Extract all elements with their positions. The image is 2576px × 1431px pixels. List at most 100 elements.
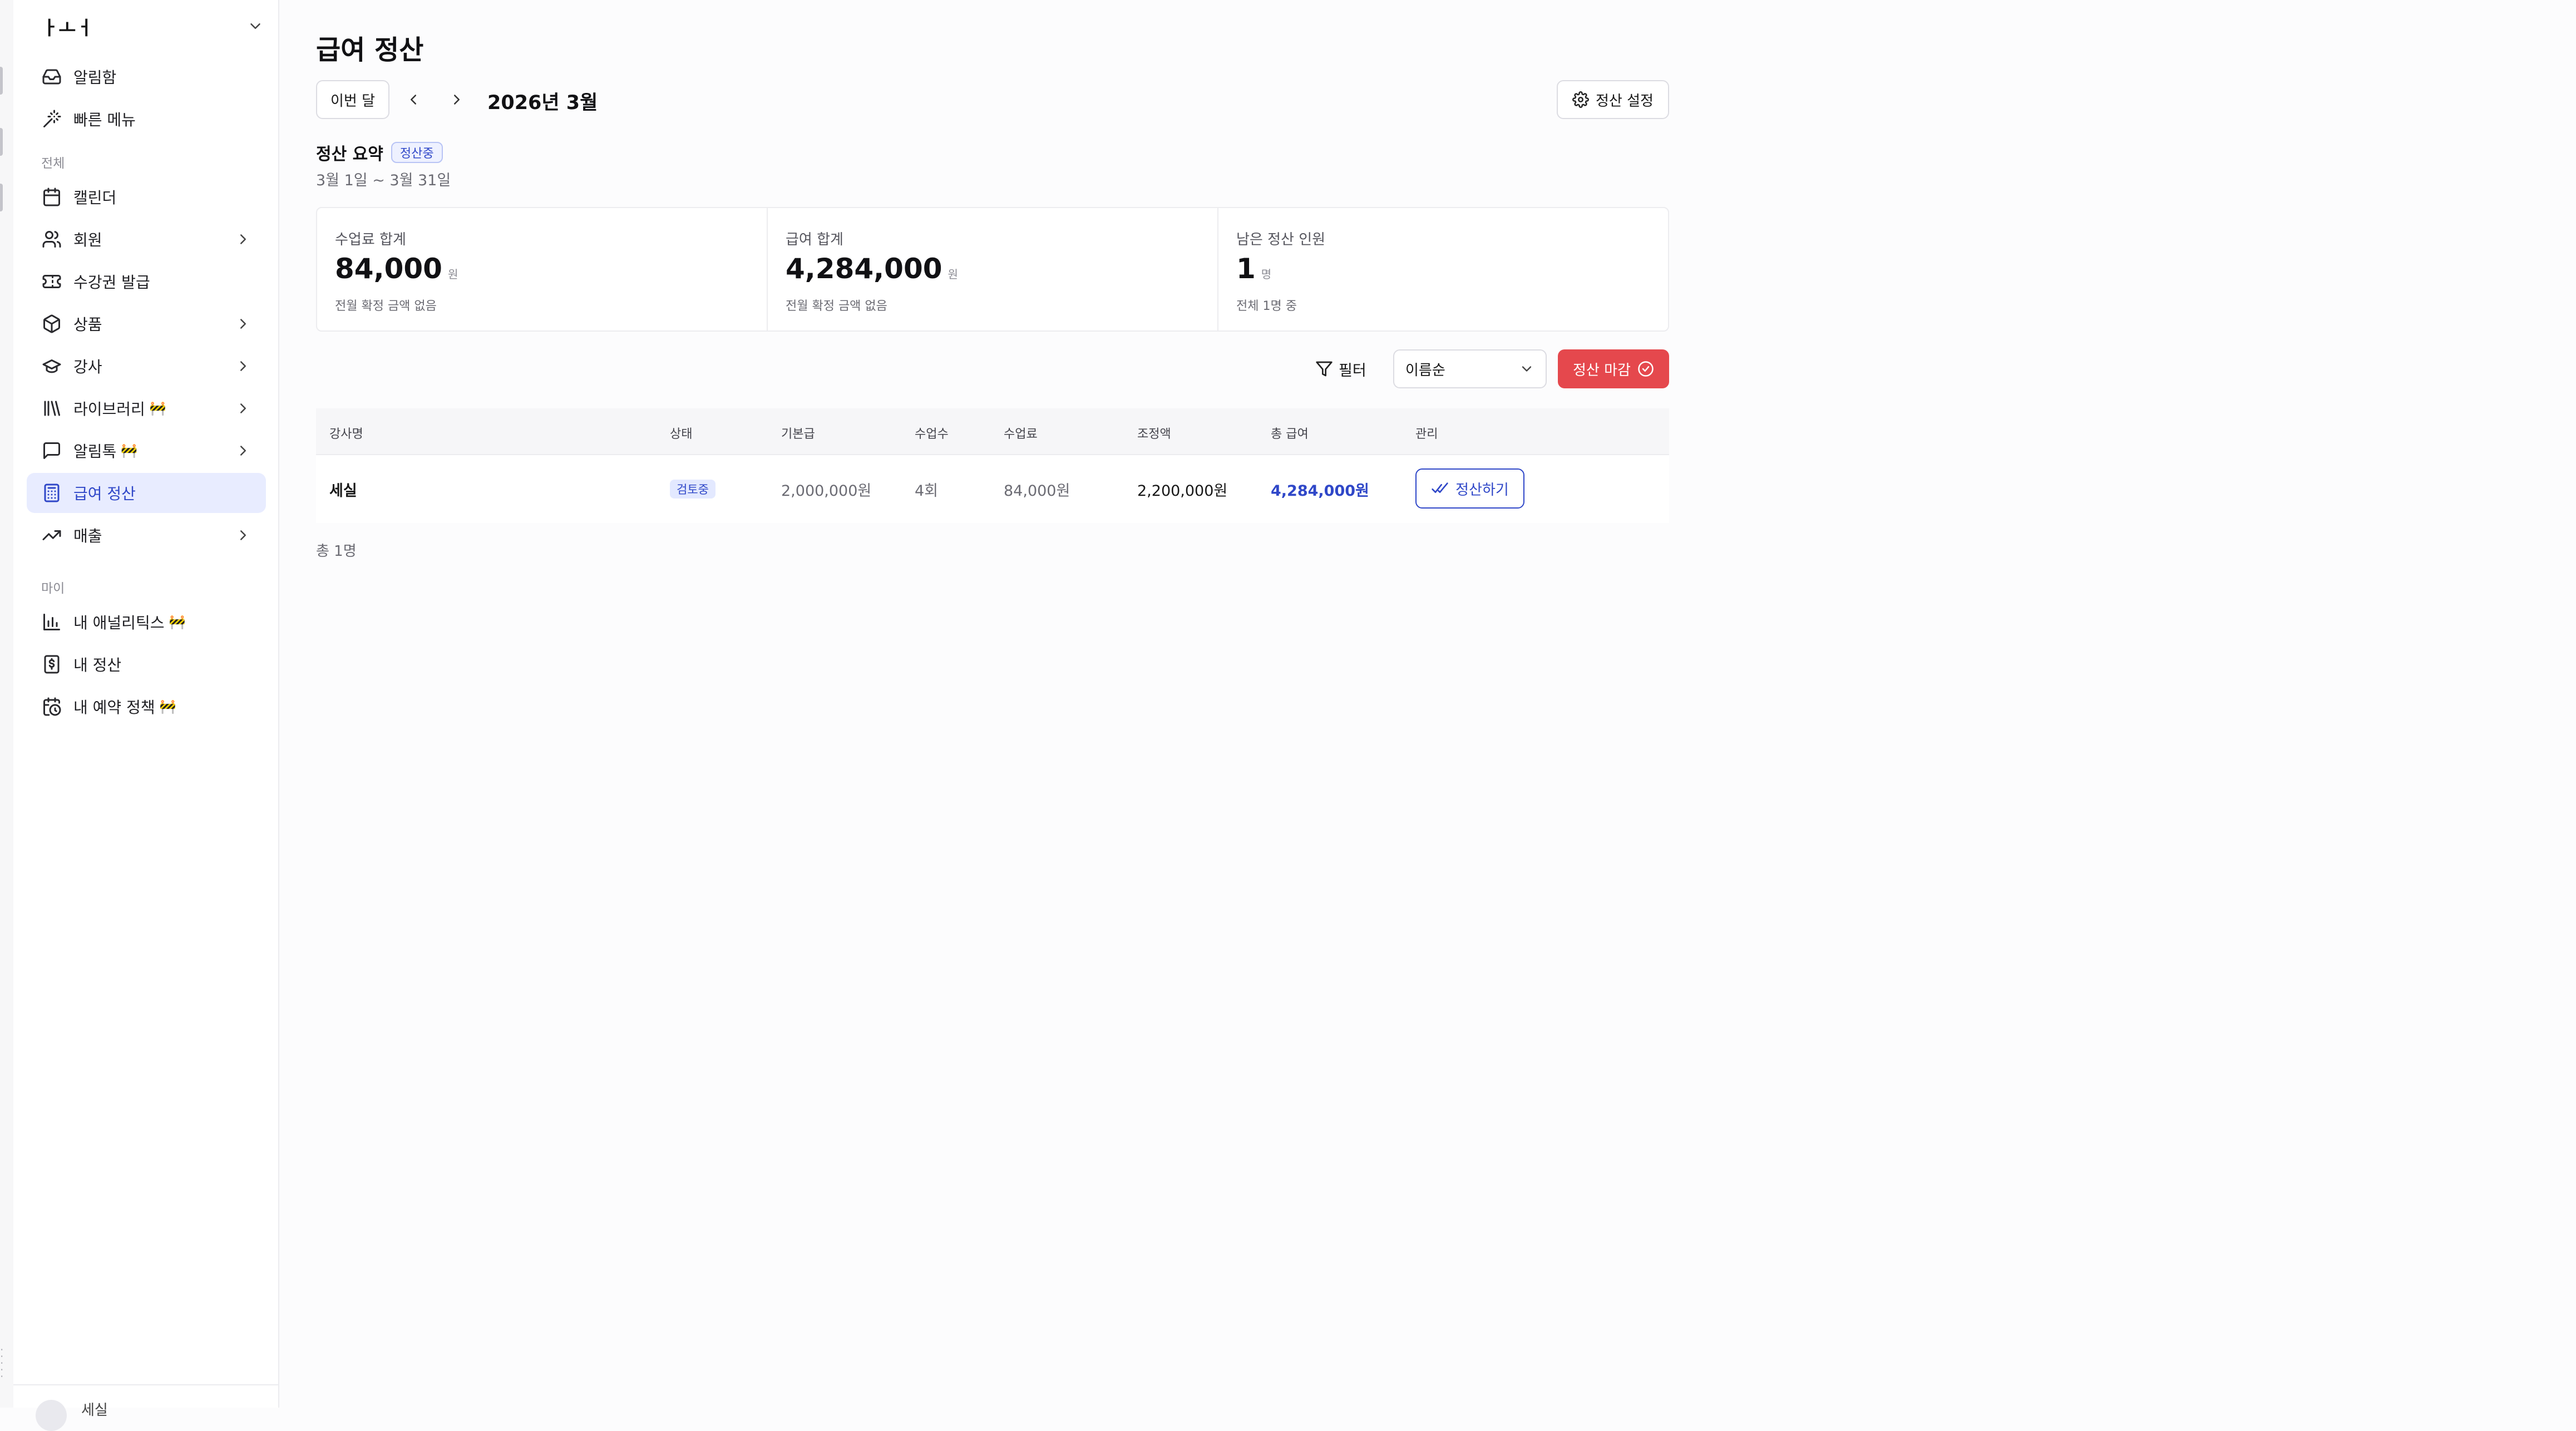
ticket-icon	[41, 271, 62, 292]
dollar-receipt-icon	[41, 654, 62, 675]
sidebar-item-my-analytics[interactable]: 내 애널리틱스 🚧	[27, 602, 266, 642]
summary-date-range: 3월 1일 ~ 3월 31일	[316, 172, 451, 189]
sidebar-item-ticket-issue[interactable]: 수강권 발급	[27, 261, 266, 302]
sidebar-item-label: 수강권 발급	[73, 273, 150, 292]
sidebar-item-library[interactable]: 라이브러리 🚧	[27, 388, 266, 428]
close-settlement-button[interactable]: 정산 마감	[1558, 349, 1669, 388]
column-header: 강사명	[329, 427, 363, 441]
sidebar-section-my: 마이 내 애널리틱스 🚧 내 정산 내 예약 정책 🚧	[27, 569, 266, 729]
sidebar-item-my-settlement[interactable]: 내 정산	[27, 644, 266, 684]
filter-label: 필터	[1339, 362, 1366, 379]
bar-chart-icon	[41, 611, 62, 633]
filter-button[interactable]: 필터	[1315, 349, 1376, 388]
sidebar-item-label: 라이브러리	[73, 400, 145, 418]
card-value-row: 84,000 원	[335, 253, 458, 285]
construction-icon: 🚧	[149, 401, 166, 416]
sidebar-item-calendar[interactable]: 캘린더	[27, 177, 266, 217]
cell-lesson-fee: 84,000원	[1004, 482, 1070, 500]
close-settlement-label: 정산 마감	[1573, 362, 1631, 379]
settings-button-label: 정산 설정	[1596, 92, 1654, 110]
chevron-down-icon	[247, 18, 264, 34]
sidebar-item-label: 매출	[73, 527, 102, 545]
card-label: 급여 합계	[786, 231, 843, 248]
package-icon	[41, 313, 62, 334]
summary-title: 정산 요약	[316, 145, 383, 164]
workspace-switcher[interactable]: ㅏㅗㅓ	[41, 12, 264, 40]
graduation-cap-icon	[41, 356, 62, 377]
sidebar-item-products[interactable]: 상품	[27, 304, 266, 344]
sidebar-item-inbox[interactable]: 알림함	[27, 57, 266, 97]
this-month-button[interactable]: 이번 달	[316, 80, 389, 119]
sidebar-item-label: 상품	[73, 315, 102, 334]
prev-month-button[interactable]	[401, 87, 426, 112]
card-value-row: 1 명	[1236, 253, 1271, 285]
cell-total-pay: 4,284,000원	[1271, 482, 1369, 500]
gear-icon	[1572, 91, 1589, 108]
section-label: 전체	[41, 156, 65, 171]
cell-adjustment: 2,200,000원	[1137, 482, 1228, 500]
sidebar-item-label: 알림함	[73, 68, 117, 87]
app-root: · · · · · ㅏㅗㅓ 알림함 빠른 메뉴 전체 캘린더 회원 수강권 발급…	[0, 0, 2576, 1431]
sidebar-item-members[interactable]: 회원	[27, 219, 266, 259]
rail-marker	[0, 184, 3, 211]
sidebar-item-alimtalk[interactable]: 알림톡 🚧	[27, 431, 266, 471]
magic-wand-icon	[41, 108, 62, 130]
column-header: 관리	[1415, 427, 1438, 441]
sidebar-item-label: 빠른 메뉴	[73, 111, 136, 129]
next-month-button[interactable]	[444, 87, 470, 112]
table-row[interactable]: 세실 검토중 2,000,000원 4회 84,000원 2,200,000원 …	[316, 455, 1669, 523]
card-unit: 명	[1261, 268, 1272, 281]
settle-button-label: 정산하기	[1455, 481, 1509, 499]
card-note: 전월 확정 금액 없음	[335, 299, 437, 313]
page-title: 급여 정산	[316, 34, 424, 66]
table-total-count: 총 1명	[316, 543, 357, 560]
chevron-right-icon	[235, 442, 251, 459]
sidebar-item-label: 내 정산	[73, 656, 122, 674]
construction-icon: 🚧	[169, 614, 186, 630]
column-header: 기본급	[781, 427, 815, 441]
sidebar-item-label: 강사	[73, 358, 102, 376]
summary-card-salary-total: 급여 합계 4,284,000 원 전월 확정 금액 없음	[768, 208, 1218, 330]
cell-instructor-name: 세실	[329, 482, 357, 500]
workspace-name: ㅏㅗㅓ	[41, 17, 93, 40]
filter-icon	[1316, 361, 1333, 377]
sidebar-user-footer[interactable]: 세실	[13, 1384, 279, 1431]
sidebar-item-label: 내 예약 정책	[73, 698, 155, 717]
chevron-down-icon	[1522, 366, 1532, 372]
library-icon	[41, 398, 62, 419]
sidebar-item-payroll[interactable]: 급여 정산	[27, 473, 266, 513]
sidebar-item-quick-menu[interactable]: 빠른 메뉴	[27, 99, 266, 139]
sidebar-item-label: 알림톡	[73, 442, 117, 461]
sidebar-top-nav: 알림함 빠른 메뉴	[27, 57, 266, 141]
sidebar-item-my-reservation-policy[interactable]: 내 예약 정책 🚧	[27, 687, 266, 727]
sort-select[interactable]: 이름순	[1393, 349, 1547, 388]
inbox-icon	[41, 66, 62, 87]
table-header: 강사명 상태 기본급 수업수 수업료 조정액 총 급여 관리	[316, 408, 1669, 455]
users-icon	[41, 229, 62, 250]
card-label: 수업료 합계	[335, 231, 406, 248]
payroll-table: 강사명 상태 기본급 수업수 수업료 조정액 총 급여 관리 세실 검토중 2,…	[316, 408, 1669, 523]
chevron-right-icon	[235, 400, 251, 417]
column-header: 수업료	[1004, 427, 1038, 441]
summary-card-remaining: 남은 정산 인원 1 명 전체 1명 중	[1218, 208, 1668, 330]
construction-icon: 🚧	[159, 699, 176, 714]
chevron-right-icon	[235, 527, 251, 544]
status-badge: 검토중	[670, 480, 715, 499]
cell-base-pay: 2,000,000원	[781, 482, 872, 500]
settlement-settings-button[interactable]: 정산 설정	[1557, 80, 1669, 119]
message-icon	[41, 440, 62, 461]
settle-button[interactable]: 정산하기	[1415, 468, 1524, 509]
rail-resize-handle[interactable]: · · · · ·	[0, 1344, 3, 1382]
sidebar-item-label: 회원	[73, 231, 102, 249]
summary-card-lesson-fee: 수업료 합계 84,000 원 전월 확정 금액 없음	[317, 208, 768, 330]
check-circle-icon	[1638, 361, 1654, 377]
sidebar: ㅏㅗㅓ 알림함 빠른 메뉴 전체 캘린더 회원 수강권 발급 상품 강사 라이브…	[13, 0, 279, 1431]
sidebar-item-label: 캘린더	[73, 189, 117, 207]
current-month-label: 2026년 3월	[487, 92, 598, 114]
sidebar-item-sales[interactable]: 매출	[27, 515, 266, 555]
card-value: 1	[1236, 253, 1256, 285]
chevron-left-icon	[411, 95, 416, 105]
sidebar-item-instructors[interactable]: 강사	[27, 346, 266, 386]
calendar-clock-icon	[41, 696, 62, 717]
card-label: 남은 정산 인원	[1236, 231, 1326, 248]
